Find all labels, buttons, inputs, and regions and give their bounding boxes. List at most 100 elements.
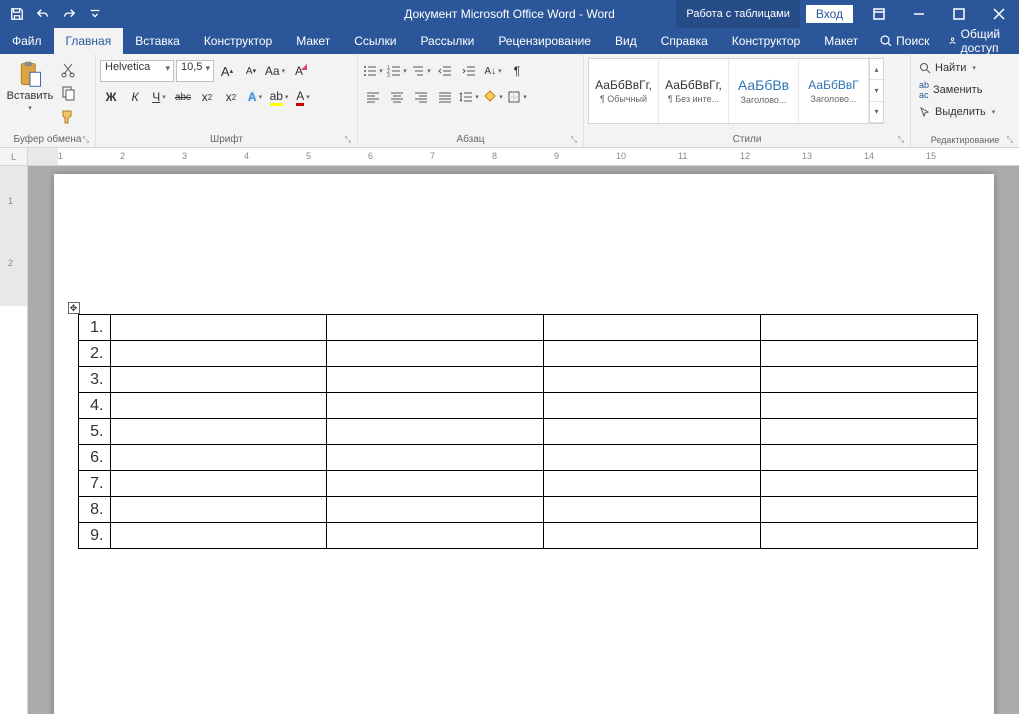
highlight-button[interactable]: ab <box>268 86 290 108</box>
increase-indent-button[interactable] <box>458 60 480 82</box>
table-cell[interactable] <box>327 341 544 367</box>
table-cell[interactable]: 2. <box>78 341 110 367</box>
ruler-vertical[interactable]: 12 <box>0 166 28 714</box>
justify-button[interactable] <box>434 86 456 108</box>
tab-layout[interactable]: Макет <box>284 28 342 54</box>
table-cell[interactable] <box>760 393 977 419</box>
align-right-button[interactable] <box>410 86 432 108</box>
shrink-font-button[interactable]: A▾ <box>240 60 262 82</box>
align-left-button[interactable] <box>362 86 384 108</box>
minimize-button[interactable] <box>899 0 939 28</box>
font-color-button[interactable]: A <box>292 86 314 108</box>
decrease-indent-button[interactable] <box>434 60 456 82</box>
table-cell[interactable] <box>760 419 977 445</box>
cut-button[interactable] <box>58 60 78 80</box>
table-move-handle[interactable]: ✥ <box>68 302 80 314</box>
font-size-select[interactable]: 10,5 <box>176 60 214 82</box>
table-row[interactable]: 1. <box>78 315 977 341</box>
table-cell[interactable] <box>327 419 544 445</box>
table-cell[interactable] <box>327 367 544 393</box>
qat-customize-button[interactable] <box>82 1 108 27</box>
undo-button[interactable] <box>30 1 56 27</box>
format-painter-button[interactable] <box>58 106 78 126</box>
table-row[interactable]: 3. <box>78 367 977 393</box>
tab-home[interactable]: Главная <box>54 28 124 54</box>
tab-mailings[interactable]: Рассылки <box>408 28 486 54</box>
tab-references[interactable]: Ссылки <box>342 28 408 54</box>
table-cell[interactable] <box>544 497 761 523</box>
page[interactable]: ✥ 1.2.3.4.5.6.7.8.9. <box>54 174 994 714</box>
table-cell[interactable]: 3. <box>78 367 110 393</box>
tab-insert[interactable]: Вставка <box>123 28 192 54</box>
superscript-button[interactable]: x2 <box>220 86 242 108</box>
table-cell[interactable] <box>544 471 761 497</box>
table-row[interactable]: 2. <box>78 341 977 367</box>
borders-button[interactable] <box>506 86 528 108</box>
table-cell[interactable] <box>760 471 977 497</box>
styles-expand[interactable]: ▾ <box>870 102 883 123</box>
table-row[interactable]: 5. <box>78 419 977 445</box>
table-cell[interactable] <box>760 341 977 367</box>
table-cell[interactable] <box>760 367 977 393</box>
table-cell[interactable] <box>110 419 327 445</box>
table-cell[interactable] <box>544 341 761 367</box>
table-cell[interactable]: 8. <box>78 497 110 523</box>
table-cell[interactable]: 1. <box>78 315 110 341</box>
table-cell[interactable] <box>327 497 544 523</box>
tab-view[interactable]: Вид <box>603 28 649 54</box>
maximize-button[interactable] <box>939 0 979 28</box>
bullets-button[interactable] <box>362 60 384 82</box>
table-cell[interactable] <box>327 393 544 419</box>
tell-me-search[interactable]: Поиск <box>870 28 939 54</box>
multilevel-list-button[interactable] <box>410 60 432 82</box>
save-button[interactable] <box>4 1 30 27</box>
line-spacing-button[interactable] <box>458 86 480 108</box>
table-cell[interactable] <box>760 523 977 549</box>
table-cell[interactable] <box>760 497 977 523</box>
table-cell[interactable] <box>544 393 761 419</box>
underline-button[interactable]: Ч <box>148 86 170 108</box>
replace-button[interactable]: abac Заменить <box>915 78 999 102</box>
find-button[interactable]: Найти <box>915 60 999 76</box>
table-cell[interactable] <box>110 341 327 367</box>
paste-button[interactable]: Вставить ▾ <box>4 56 56 112</box>
table-cell[interactable]: 4. <box>78 393 110 419</box>
table-cell[interactable]: 5. <box>78 419 110 445</box>
table-cell[interactable] <box>544 523 761 549</box>
change-case-button[interactable]: Aa <box>264 60 286 82</box>
table-row[interactable]: 4. <box>78 393 977 419</box>
table-cell[interactable] <box>544 367 761 393</box>
share-button[interactable]: Общий доступ <box>939 28 1019 54</box>
close-button[interactable] <box>979 0 1019 28</box>
strikethrough-button[interactable]: abc <box>172 86 194 108</box>
table-cell[interactable] <box>110 367 327 393</box>
select-button[interactable]: Выделить <box>915 104 999 120</box>
table-cell[interactable] <box>110 497 327 523</box>
table-cell[interactable]: 9. <box>78 523 110 549</box>
clear-formatting-button[interactable]: A◢ <box>288 60 310 82</box>
align-center-button[interactable] <box>386 86 408 108</box>
show-marks-button[interactable]: ¶ <box>506 60 528 82</box>
table-cell[interactable]: 7. <box>78 471 110 497</box>
numbering-button[interactable]: 123 <box>386 60 408 82</box>
tab-review[interactable]: Рецензирование <box>486 28 603 54</box>
grow-font-button[interactable]: A▴ <box>216 60 238 82</box>
style-heading2[interactable]: АаБбВвГ Заголово... <box>799 59 869 123</box>
style-heading1[interactable]: АаБбВв Заголово... <box>729 59 799 123</box>
table-cell[interactable] <box>110 315 327 341</box>
styles-scroll-down[interactable]: ▾ <box>870 80 883 101</box>
font-name-select[interactable]: Helvetica <box>100 60 174 82</box>
style-no-spacing[interactable]: АаБбВвГг, ¶ Без инте... <box>659 59 729 123</box>
tab-file[interactable]: Файл <box>0 28 54 54</box>
table-cell[interactable] <box>110 445 327 471</box>
table-cell[interactable] <box>760 445 977 471</box>
tab-table-layout[interactable]: Макет <box>812 28 870 54</box>
ruler-horizontal[interactable]: 123456789101112131415 <box>28 148 1019 166</box>
table-row[interactable]: 9. <box>78 523 977 549</box>
table-row[interactable]: 6. <box>78 445 977 471</box>
table-cell[interactable] <box>327 315 544 341</box>
table-cell[interactable] <box>327 471 544 497</box>
styles-scroll-up[interactable]: ▴ <box>870 59 883 80</box>
tab-table-design[interactable]: Конструктор <box>720 28 812 54</box>
redo-button[interactable] <box>56 1 82 27</box>
